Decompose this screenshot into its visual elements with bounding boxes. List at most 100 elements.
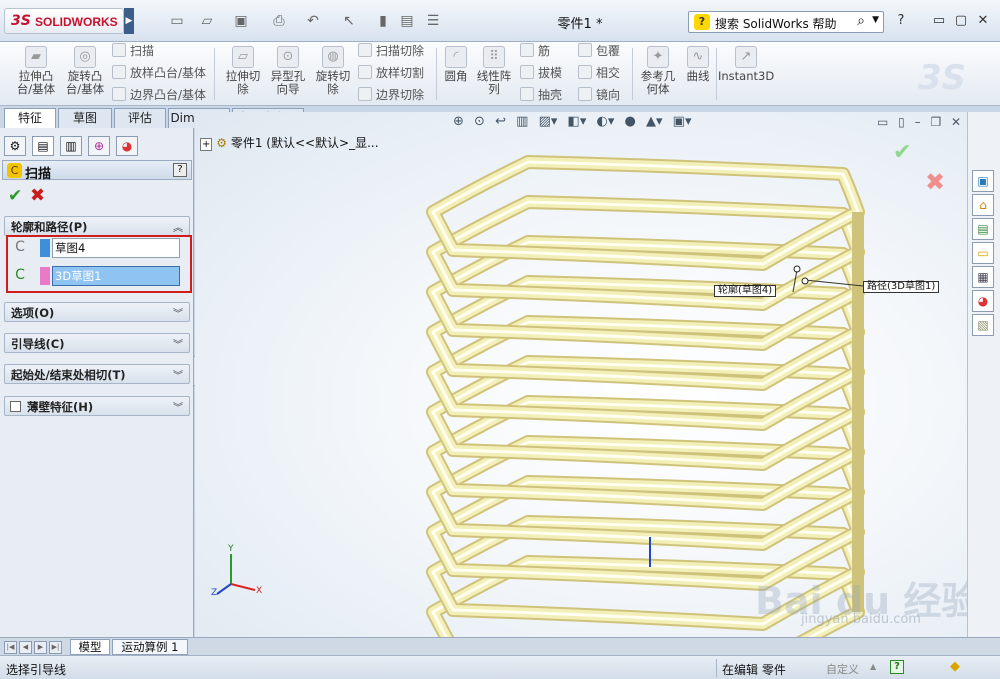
sweep-label: 扫描 [130,44,155,58]
loft-boss-button[interactable]: 放样凸台/基体 [112,64,206,84]
feature-tree-flyout[interactable]: + ⚙ 零件1 (默认<<默认>_显... [200,134,379,151]
options-icon[interactable]: ☰ [424,12,442,30]
prev-tab-icon[interactable]: ◀ [19,641,32,654]
curves-label: 曲线 [686,69,710,83]
cancel-x-icon[interactable]: ✖ [30,185,45,206]
configuration-manager-icon[interactable]: ▥ [60,136,82,156]
help-search-box[interactable]: ? 搜索 SolidWorks 帮助 ⌕ ▼ [688,11,884,33]
chevron-down-icon[interactable]: ︾ [173,367,183,382]
print-icon[interactable]: ⎙ [270,12,288,30]
swept-cut-button[interactable]: 扫描切除 [358,42,424,62]
revolve-boss-button[interactable]: ◎ 旋转凸 台/基体 [62,46,108,100]
boundary-boss-button[interactable]: 边界凸台/基体 [112,86,206,106]
path-callout[interactable]: 路径(3D草图1) [863,281,940,293]
rib-button[interactable]: 筋 [520,42,550,62]
lofted-cut-button[interactable]: 放样切割 [358,64,424,84]
hole-wizard-button[interactable]: ⊙ 异型孔 向导 [268,46,308,100]
next-tab-icon[interactable]: ▶ [34,641,47,654]
file-properties-icon[interactable]: ▤ [398,12,416,30]
first-tab-icon[interactable]: |◀ [4,641,17,654]
tab-sketch[interactable]: 草图 [58,108,112,128]
help-menu-button[interactable]: ? [892,12,910,30]
appearances-icon[interactable]: ◕ [972,290,994,312]
profile-path-group[interactable]: 轮廓和路径(P) ︽ [4,216,190,236]
thin-feature-group[interactable]: 薄壁特征(H) ︾ [4,396,190,416]
design-library-icon[interactable]: ▤ [972,218,994,240]
property-manager-icon[interactable]: ▤ [32,136,54,156]
tab-features[interactable]: 特征 [4,108,56,128]
resources-icon[interactable]: ▣ [972,170,994,192]
draft-button[interactable]: 拔模 [520,64,562,84]
shell-button[interactable]: 抽壳 [520,86,562,106]
hole-wizard-label: 异型孔 向导 [270,69,306,96]
selection-point[interactable] [793,265,801,273]
custom-properties-icon[interactable]: ▧ [972,314,994,336]
ok-checkmark-icon[interactable]: ✔ [8,186,22,206]
extrude-boss-button[interactable]: ▰ 拉伸凸 台/基体 [12,46,60,100]
lofted-cut-label: 放样切割 [376,66,425,80]
revolve-cut-button[interactable]: ◍ 旋转切 除 [312,46,354,100]
thin-feature-checkbox[interactable] [10,401,21,412]
save-icon[interactable]: ▣ [232,12,250,30]
boundary-cut-button[interactable]: 边界切除 [358,86,424,106]
chevron-down-icon[interactable]: ︾ [173,336,183,351]
expand-plus-icon[interactable]: + [200,138,213,151]
model-tabs-bar: |◀ ◀ ▶ ▶| 模型 运动算例 1 [0,637,1000,655]
draft-icon [520,65,534,79]
tab-evaluate[interactable]: 评估 [114,108,166,128]
group-label: 选项(O) [11,306,55,320]
undo-icon[interactable]: ↶ [304,12,322,30]
instant3d-button[interactable]: ↗ Instant3D [718,46,774,100]
chevron-down-icon[interactable]: ︾ [173,305,183,320]
tag-icon[interactable]: ◆ [950,659,968,675]
ref-geometry-button[interactable]: ✦ 参考几 何体 [638,46,678,100]
rebuild-icon[interactable]: ▮ [374,12,392,30]
menu-expand-icon[interactable]: ▶ [124,8,134,34]
sweep-button[interactable]: 扫描 [112,42,154,62]
select-arrow-icon[interactable]: ↖ [340,12,358,30]
fillet-label: 圆角 [444,69,468,83]
restore-icon[interactable]: ▢ [952,12,970,30]
linear-pattern-button[interactable]: ⠿ 线性阵 列 [474,46,514,100]
minimize-icon[interactable]: ▭ [930,12,948,30]
profile-callout[interactable]: 轮廓(草图4) [714,285,777,297]
ds-watermark-icon: 3S [918,58,967,98]
triad-x-label: X [256,586,263,596]
tab-model[interactable]: 模型 [70,639,110,655]
last-tab-icon[interactable]: ▶| [49,641,62,654]
mirror-button[interactable]: 镜向 [578,86,620,106]
curves-button[interactable]: ∿ 曲线 [682,46,714,100]
dimxpert-icon[interactable]: ⊕ [88,136,110,156]
fillet-button[interactable]: ◜ 圆角 [440,46,472,100]
intersect-button[interactable]: 相交 [578,64,620,84]
feature-tree-icon[interactable]: ⚙ [4,136,26,156]
chevron-up-icon[interactable]: ▲ [870,662,876,671]
selection-point[interactable] [801,277,809,285]
help-button[interactable]: ? [173,163,187,177]
wrap-button[interactable]: 包覆 [578,42,620,62]
curves-icon: ∿ [687,46,709,68]
open-folder-icon[interactable]: ▱ [198,12,216,30]
display-manager-icon[interactable]: ◕ [116,136,138,156]
solidworks-logo[interactable]: 3S SOLIDWORKS [4,8,124,34]
chevron-down-icon[interactable]: ︾ [173,399,183,414]
status-help-icon[interactable]: ? [890,660,904,674]
graphics-area[interactable]: ⊕ ⊙ ↩ ▥ ▨▾ ◧▾ ◐▾ ● ▲▾ ▣▾ ▭ ▯ – ❐ ✕ ✔ ✖ 轮… [195,112,979,637]
new-file-icon[interactable]: ▭ [168,12,186,30]
tangency-group[interactable]: 起始处/结束处相切(T) ︾ [4,364,190,384]
file-explorer-icon[interactable]: ▭ [972,242,994,264]
search-icon[interactable]: ⌕ [857,13,865,29]
group-label: 轮廓和路径(P) [11,220,88,234]
boundary-boss-label: 边界凸台/基体 [130,88,207,102]
close-icon[interactable]: ✕ [974,12,992,30]
home-icon[interactable]: ⌂ [972,194,994,216]
mirror-label: 镜向 [596,88,621,102]
units-dropdown[interactable]: 自定义 [826,661,859,677]
extrude-cut-button[interactable]: ▱ 拉伸切 除 [222,46,264,100]
tab-motion-study[interactable]: 运动算例 1 [112,639,188,655]
view-palette-icon[interactable]: ▦ [972,266,994,288]
chevron-down-icon[interactable]: ▼ [872,15,879,25]
chevron-up-icon[interactable]: ︽ [173,219,183,234]
options-group[interactable]: 选项(O) ︾ [4,302,190,322]
guide-curves-group[interactable]: 引导线(C) ︾ [4,333,190,353]
